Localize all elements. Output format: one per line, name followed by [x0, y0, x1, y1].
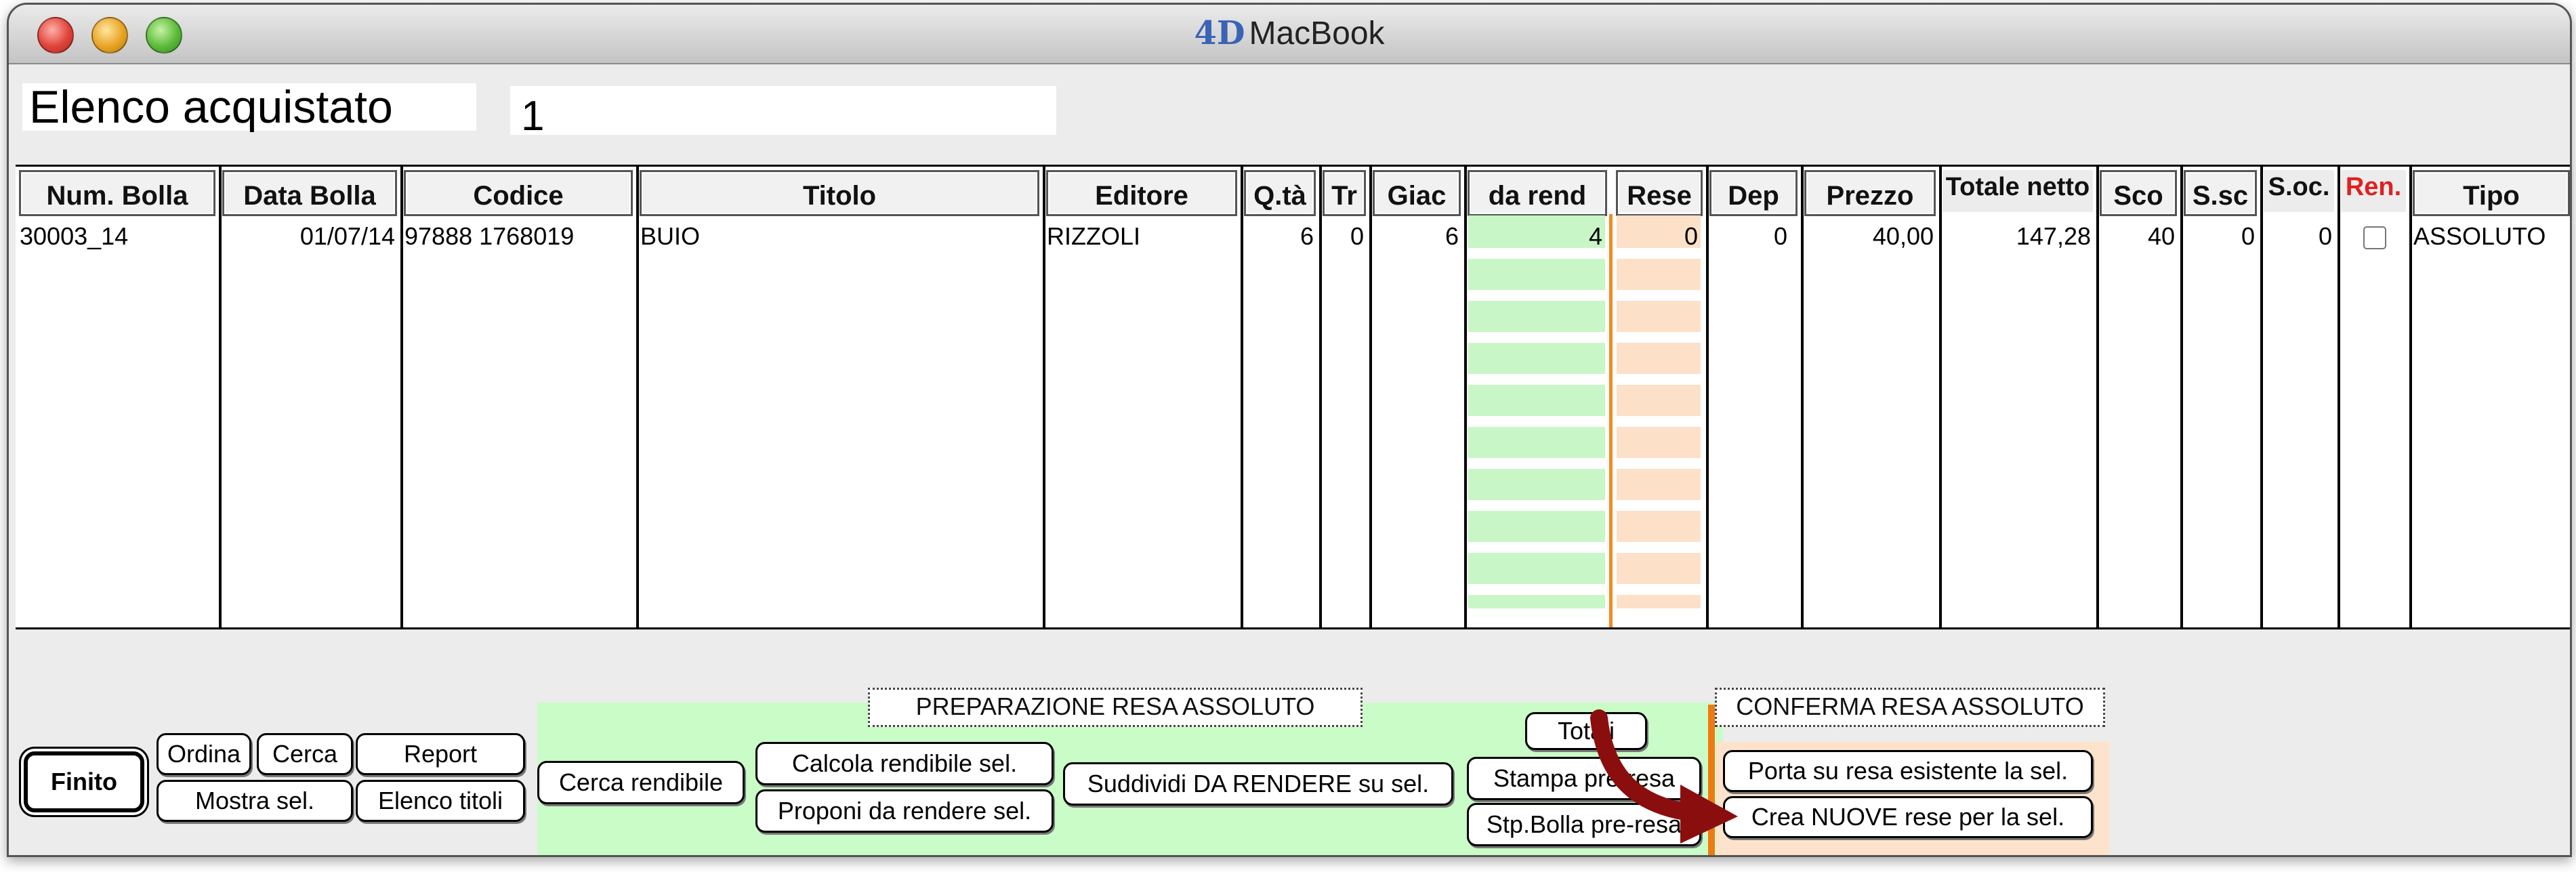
rese-highlight — [1617, 511, 1701, 542]
column-header-sco[interactable]: Sco — [2100, 170, 2177, 216]
porta-su-resa-button[interactable]: Porta su resa esistente la sel. — [1723, 750, 2093, 792]
da-rend-highlight — [1468, 343, 1605, 374]
column-header-da-rend[interactable]: da rend — [1468, 170, 1607, 216]
column-tipo: Tipo ASSOLUTO — [2409, 167, 2570, 627]
column-header-s-oc[interactable]: S.oc. — [2264, 170, 2334, 212]
da-rend-highlight — [1468, 427, 1605, 458]
column-header-tr[interactable]: Tr — [1323, 170, 1366, 216]
cell-prezzo[interactable]: 40,00 — [1805, 222, 1934, 251]
rese-highlight — [1617, 553, 1701, 584]
app-logo-icon: 4D — [1194, 14, 1245, 52]
cell-s-sc[interactable]: 0 — [2184, 222, 2255, 251]
cell-data-bolla[interactable]: 01/07/14 — [223, 222, 395, 251]
column-giac: Giac 6 — [1369, 167, 1467, 627]
column-da-rend: da rend 4 — [1464, 167, 1611, 627]
preparazione-title: PREPARAZIONE RESA ASSOLUTO — [868, 688, 1363, 727]
rese-highlight — [1617, 427, 1701, 458]
column-header-data-bolla[interactable]: Data Bolla — [222, 170, 397, 216]
cell-s-oc[interactable]: 0 — [2264, 222, 2332, 251]
cerca-rendibile-button[interactable]: Cerca rendibile — [537, 761, 745, 804]
window-title: 4D MacBook — [1194, 14, 1385, 52]
column-header-num-bolla[interactable]: Num. Bolla — [19, 170, 215, 216]
purchase-list-table[interactable]: Num. Bolla 30003_14 Data Bolla 01/07/14 … — [16, 165, 2570, 629]
column-header-titolo[interactable]: Titolo — [640, 170, 1039, 216]
da-rend-highlight — [1468, 595, 1605, 608]
page-title: Elenco acquistato — [22, 83, 476, 131]
ordina-button[interactable]: Ordina — [157, 733, 251, 775]
rese-highlight — [1617, 469, 1701, 500]
elenco-titoli-button[interactable]: Elenco titoli — [356, 780, 525, 822]
column-header-totale-netto[interactable]: Totale netto — [1943, 170, 2093, 212]
da-rend-highlight — [1468, 259, 1605, 290]
title-bar[interactable]: 4D MacBook — [9, 5, 2570, 64]
cell-dep[interactable]: 0 — [1710, 222, 1787, 251]
column-header-tipo[interactable]: Tipo — [2413, 170, 2570, 216]
column-editore: Editore RIZZOLI — [1043, 167, 1243, 627]
cell-sco[interactable]: 40 — [2100, 222, 2175, 251]
column-header-editore[interactable]: Editore — [1046, 170, 1237, 216]
column-header-s-sc[interactable]: S.sc — [2184, 170, 2257, 216]
mostra-sel-button[interactable]: Mostra sel. — [157, 780, 353, 822]
calcola-rendibile-button[interactable]: Calcola rendibile sel. — [755, 742, 1054, 785]
cell-giac[interactable]: 6 — [1373, 222, 1459, 251]
column-qta: Q.tà 6 — [1241, 167, 1322, 627]
column-codice: Codice 97888 1768019 — [400, 167, 639, 627]
da-rend-highlight — [1468, 469, 1605, 500]
rese-highlight — [1617, 343, 1701, 374]
column-s-oc: S.oc. 0 — [2260, 167, 2340, 627]
column-prezzo: Prezzo 40,00 — [1801, 167, 1942, 627]
record-count-field[interactable]: 1 — [510, 86, 1056, 140]
annotation-arrow-icon — [1590, 709, 1738, 844]
column-dep: Dep 0 — [1706, 167, 1804, 627]
rese-highlight — [1617, 259, 1701, 290]
rese-highlight — [1617, 595, 1701, 608]
cerca-button[interactable]: Cerca — [257, 733, 353, 775]
column-s-sc: S.sc 0 — [2180, 167, 2263, 627]
column-titolo: Titolo BUIO — [636, 167, 1045, 627]
cell-editore[interactable]: RIZZOLI — [1047, 222, 1235, 251]
cell-totale-netto[interactable]: 147,28 — [1943, 222, 2091, 251]
cell-tipo[interactable]: ASSOLUTO — [2413, 222, 2564, 251]
rese-highlight — [1617, 385, 1701, 416]
column-header-qta[interactable]: Q.tà — [1244, 170, 1316, 216]
column-num-bolla: Num. Bolla 30003_14 — [16, 167, 222, 627]
column-header-dep[interactable]: Dep — [1709, 170, 1798, 216]
cell-codice[interactable]: 97888 1768019 — [404, 222, 631, 251]
rese-highlight — [1617, 301, 1701, 332]
column-rese: Rese 0 — [1613, 167, 1709, 627]
column-sco: Sco 40 — [2096, 167, 2183, 627]
column-ren: Ren. — [2338, 167, 2412, 627]
da-rend-highlight — [1468, 553, 1605, 584]
column-totale-netto: Totale netto 147,28 — [1939, 167, 2099, 627]
column-data-bolla: Data Bolla 01/07/14 — [219, 167, 403, 627]
cell-qta[interactable]: 6 — [1245, 222, 1314, 251]
column-header-codice[interactable]: Codice — [404, 170, 633, 216]
column-header-prezzo[interactable]: Prezzo — [1804, 170, 1936, 216]
da-rend-highlight — [1468, 511, 1605, 542]
column-header-ren[interactable]: Ren. — [2341, 170, 2406, 212]
da-rend-highlight — [1468, 301, 1605, 332]
ren-checkbox[interactable] — [2363, 226, 2386, 249]
proponi-da-rendere-button[interactable]: Proponi da rendere sel. — [755, 789, 1054, 833]
report-button[interactable]: Report — [356, 733, 525, 775]
da-rend-highlight — [1468, 385, 1605, 416]
cell-num-bolla[interactable]: 30003_14 — [20, 222, 213, 251]
cell-da-rend[interactable]: 4 — [1468, 222, 1602, 251]
cell-tr[interactable]: 0 — [1323, 222, 1364, 251]
cell-rese[interactable]: 0 — [1617, 222, 1698, 251]
column-header-rese[interactable]: Rese — [1616, 170, 1703, 216]
finito-button[interactable]: Finito — [24, 751, 144, 812]
column-header-giac[interactable]: Giac — [1373, 170, 1461, 216]
suddividi-button[interactable]: Suddividi DA RENDERE su sel. — [1063, 762, 1453, 806]
app-window: 4D MacBook Elenco acquistato 1 Num. Bolla… — [7, 3, 2572, 857]
column-tr: Tr 0 — [1319, 167, 1372, 627]
crea-nuove-rese-button[interactable]: Crea NUOVE rese per la sel. — [1723, 796, 2093, 838]
main-content: Elenco acquistato 1 Num. Bolla 30003_14 … — [9, 64, 2570, 855]
cell-titolo[interactable]: BUIO — [640, 222, 1037, 251]
conferma-title: CONFERMA RESA ASSOLUTO — [1715, 688, 2105, 727]
